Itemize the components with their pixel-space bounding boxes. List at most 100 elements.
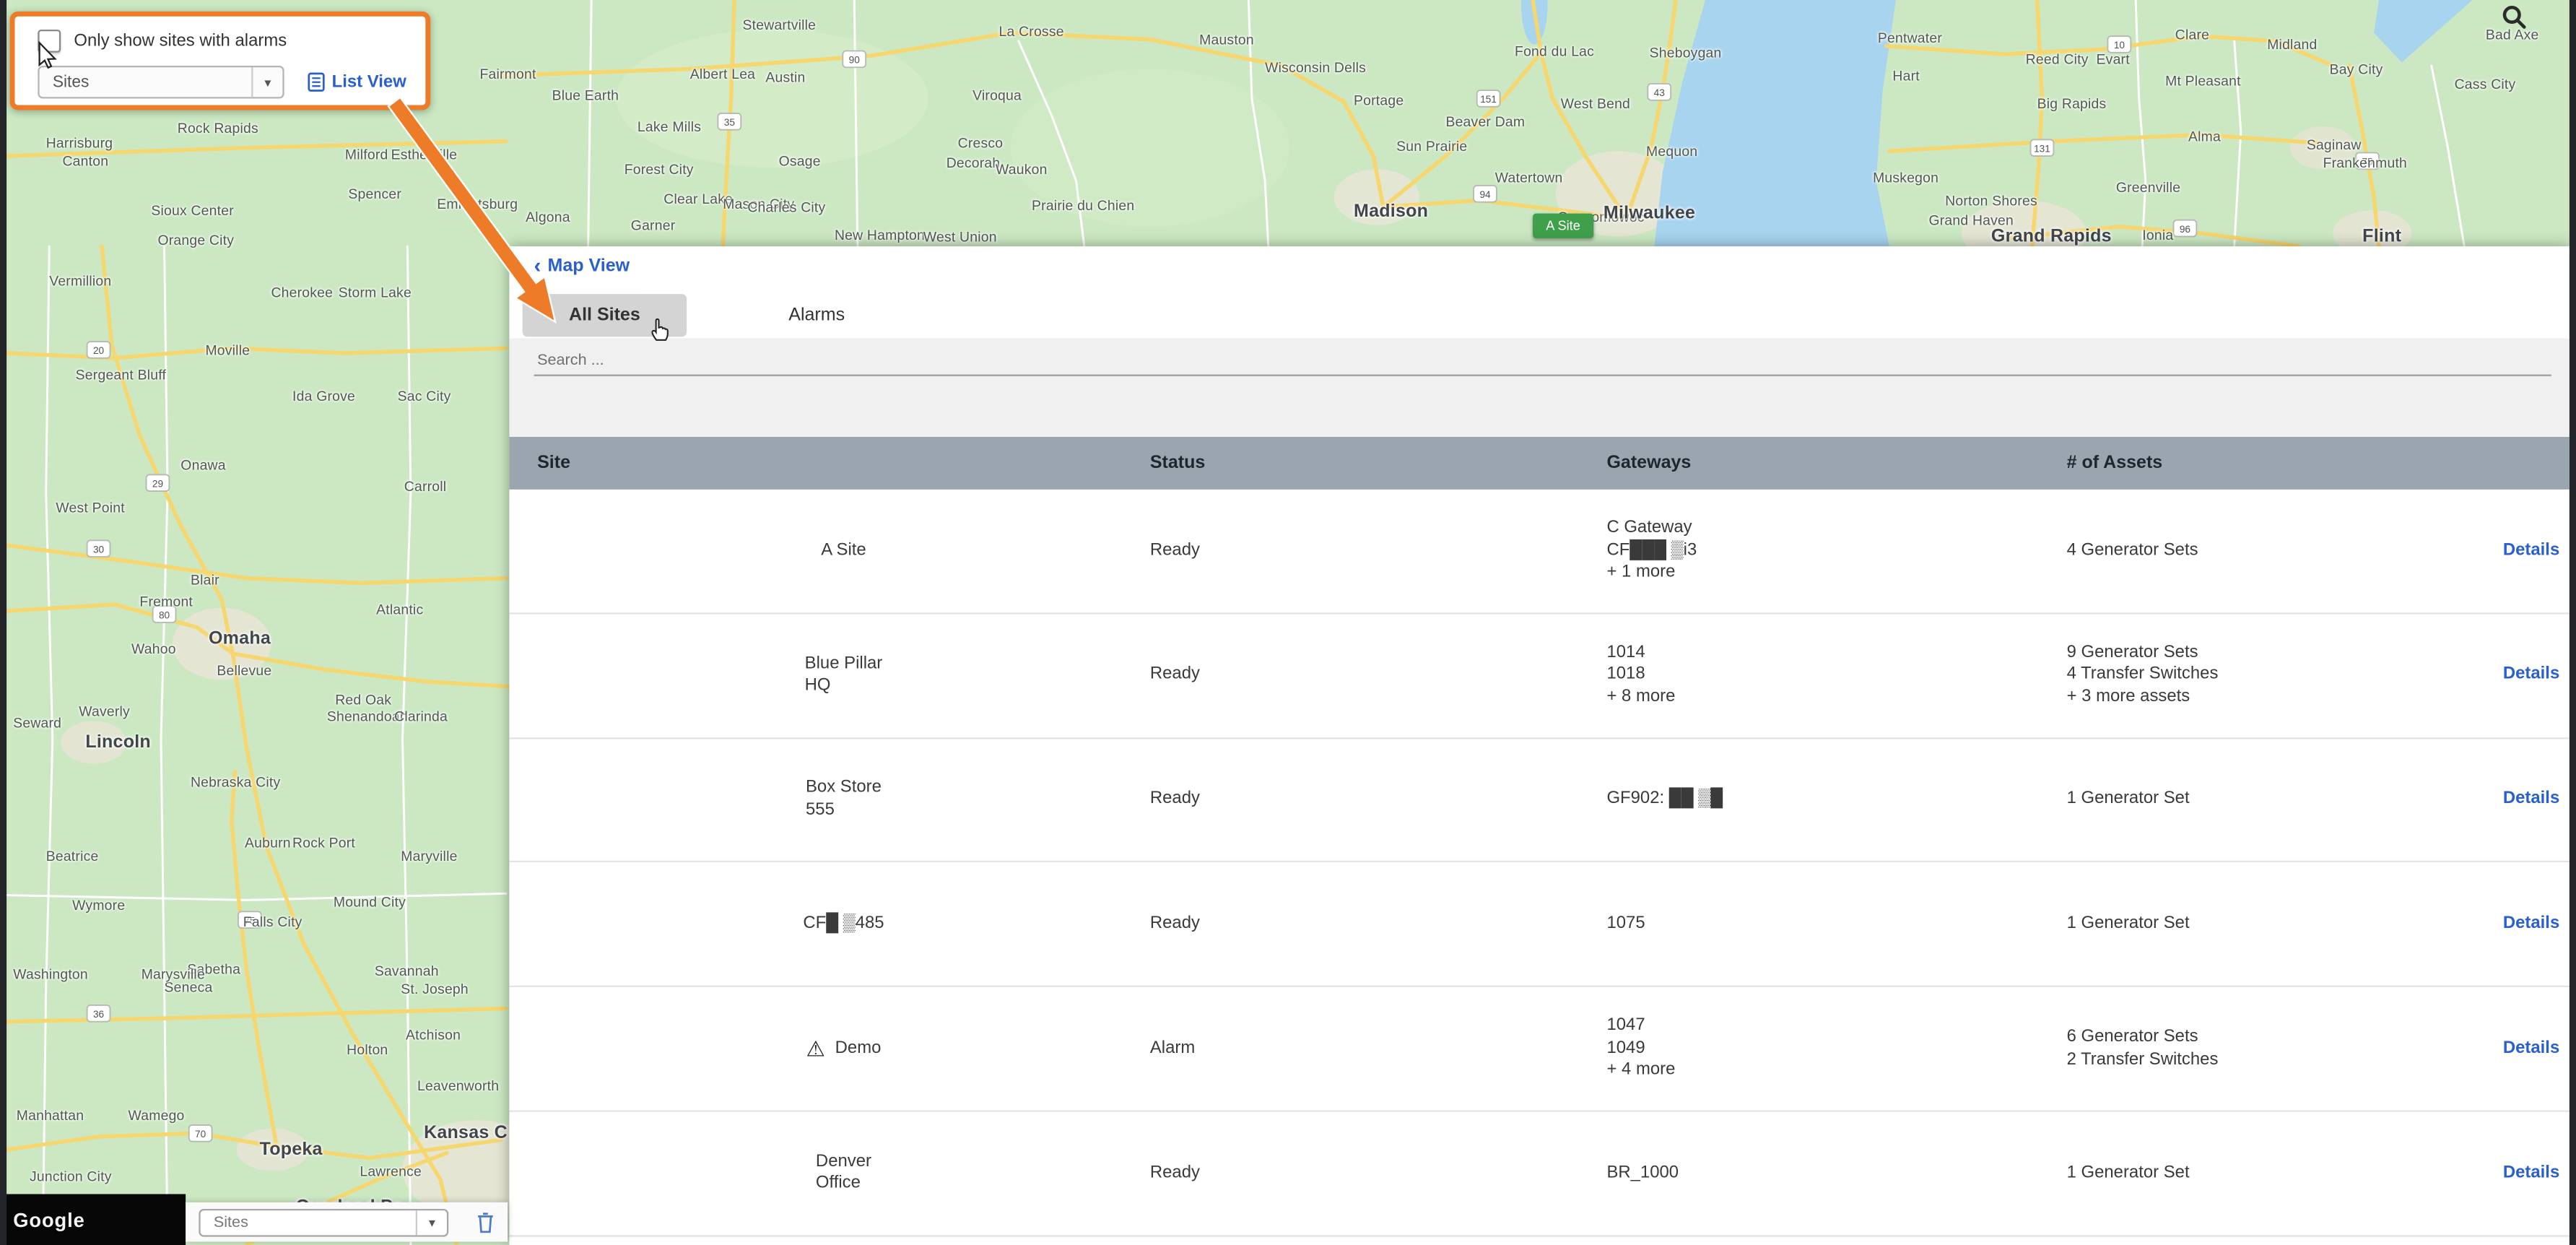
map-label: Orange City <box>157 232 234 248</box>
map-label: Moville <box>205 342 250 358</box>
table-header: Site Status Gateways # of Assets <box>509 437 2569 490</box>
tab-alarms[interactable]: Alarms <box>772 294 861 337</box>
svg-text:94: 94 <box>1479 189 1491 200</box>
bottom-sites-dropdown-value: Sites <box>201 1213 248 1231</box>
map-label: Forest City <box>625 161 694 178</box>
bottom-black-bar: Google <box>0 1194 186 1245</box>
gateways-cell: 10471049+ 4 more <box>1606 987 2066 1110</box>
details-link[interactable]: Details <box>2503 664 2559 687</box>
only-alarms-checkbox[interactable] <box>38 30 61 53</box>
map-label: Manhattan <box>17 1107 84 1124</box>
map-label: Greenville <box>2116 179 2180 196</box>
map-label: Storm Lake <box>339 284 412 300</box>
map-label: Pentwater <box>1878 30 1942 46</box>
dropdown-caret-box: ▾ <box>251 67 282 97</box>
site-cell: Blue PillarHQ <box>537 614 1150 737</box>
map-label: Atlantic <box>376 601 423 617</box>
map-label: Blue Earth <box>552 87 619 104</box>
map-label: Savannah <box>375 963 439 979</box>
map-label: Muskegon <box>1873 169 1938 186</box>
stage: 9035941514313196107529807036752030 Stewa… <box>0 0 2576 1245</box>
map-label: Wisconsin Dells <box>1265 59 1366 76</box>
map-label: Alma <box>2188 128 2221 144</box>
details-link[interactable]: Details <box>2503 789 2559 811</box>
map-label: Sergeant Bluff <box>76 366 166 383</box>
svg-text:131: 131 <box>2034 143 2050 154</box>
map-label: Vermillion <box>49 273 111 290</box>
map-label: Cass City <box>2455 76 2516 92</box>
details-link[interactable]: Details <box>2503 1162 2559 1184</box>
site-cell: Box Store555 <box>537 739 1150 862</box>
screenshot-root: 9035941514313196107529807036752030 Stewa… <box>0 0 2576 1245</box>
assets-cell: 1 Generator Set <box>2067 863 2503 986</box>
map-label: Sioux Center <box>151 202 234 219</box>
list-view-label: List View <box>332 72 406 92</box>
gateways-cell: 10141018+ 8 more <box>1606 614 2066 737</box>
svg-text:20: 20 <box>93 345 105 356</box>
search-input[interactable] <box>534 350 2551 376</box>
map-label: Sac City <box>398 388 451 404</box>
map-label: Holton <box>347 1041 388 1058</box>
map-label: Garner <box>631 217 676 233</box>
site-name: Demo <box>835 1038 882 1060</box>
table-row: Box Store555ReadyGF902: ██ ▒█1 Generator… <box>509 739 2569 863</box>
map-label: Evart <box>2097 51 2130 68</box>
assets-cell: 9 Generator Sets4 Transfer Switches+ 3 m… <box>2067 614 2503 737</box>
map-label: Flint <box>2362 227 2401 246</box>
bottom-sites-dropdown[interactable]: Sites ▾ <box>199 1208 448 1236</box>
alarm-filter-callout: Only show sites with alarms Sites ▾ List… <box>10 12 431 110</box>
table-row: A SiteReadyC GatewayCF███ ▒i3+ 1 more4 G… <box>509 490 2569 614</box>
details-cell: Details <box>2503 863 2559 986</box>
map-label: Mequon <box>1646 143 1697 160</box>
search-area <box>509 339 2569 437</box>
svg-text:35: 35 <box>724 117 735 128</box>
status-cell: Ready <box>1150 614 1607 737</box>
map-label: Mound City <box>334 893 406 910</box>
chevron-down-icon: ▾ <box>264 74 271 89</box>
site-name: Box Store555 <box>806 778 882 822</box>
list-view-button[interactable]: List View <box>308 72 406 92</box>
map-label: Stewartville <box>743 17 817 33</box>
back-chevron-icon: ‹ <box>534 258 541 274</box>
map-label: Sun Prairie <box>1396 138 1467 155</box>
map-label: Bay City <box>2330 61 2383 77</box>
details-link[interactable]: Details <box>2503 539 2559 562</box>
map-label: Waverly <box>79 703 130 719</box>
details-link[interactable]: Details <box>2503 1038 2559 1060</box>
svg-text:96: 96 <box>2180 224 2190 235</box>
map-site-marker[interactable]: A Site <box>1533 214 1593 238</box>
map-label: Sheboygan <box>1650 44 1722 61</box>
column-site: Site <box>537 454 1150 473</box>
map-label: Prairie du Chien <box>1032 197 1134 214</box>
map-label: Fond du Lac <box>1515 43 1594 59</box>
map-label: Nebraska City <box>191 773 280 790</box>
assets-cell: 1 Generator Set <box>2067 1112 2503 1235</box>
details-cell: Details <box>2503 614 2559 737</box>
tab-all-sites[interactable]: All Sites <box>523 294 687 337</box>
map-view-link[interactable]: ‹ Map View <box>534 256 630 276</box>
site-name: CF█ ▒485 <box>803 914 884 936</box>
details-cell: Details <box>2503 739 2559 862</box>
sites-dropdown[interactable]: Sites ▾ <box>38 66 284 98</box>
map-label: Midland <box>2267 36 2317 53</box>
site-name: DenverOffice <box>816 1151 871 1195</box>
details-cell: Details <box>2503 987 2559 1110</box>
site-cell: DenverOffice <box>537 1112 1150 1235</box>
details-link[interactable]: Details <box>2503 914 2559 936</box>
sites-dropdown-value: Sites <box>40 73 90 91</box>
map-label: Norton Shores <box>1945 192 2037 209</box>
map-label: Fairmont <box>479 66 536 82</box>
map-label: Charles City <box>747 199 825 215</box>
map-label: Maryville <box>401 848 457 864</box>
site-name: A Site <box>821 539 866 562</box>
map-label: Clare <box>2175 26 2209 43</box>
map-label: Lawrence <box>360 1163 422 1179</box>
map-label: Clarinda <box>394 708 448 724</box>
map-label: Spencer <box>348 186 401 202</box>
map-label: Waukon <box>996 161 1048 178</box>
google-logo: Google <box>13 1209 85 1232</box>
map-label: Big Rapids <box>2037 95 2107 112</box>
trash-icon[interactable] <box>477 1211 495 1233</box>
site-cell: CF█ ▒485 <box>537 863 1150 986</box>
map-label: Seward <box>13 714 61 731</box>
